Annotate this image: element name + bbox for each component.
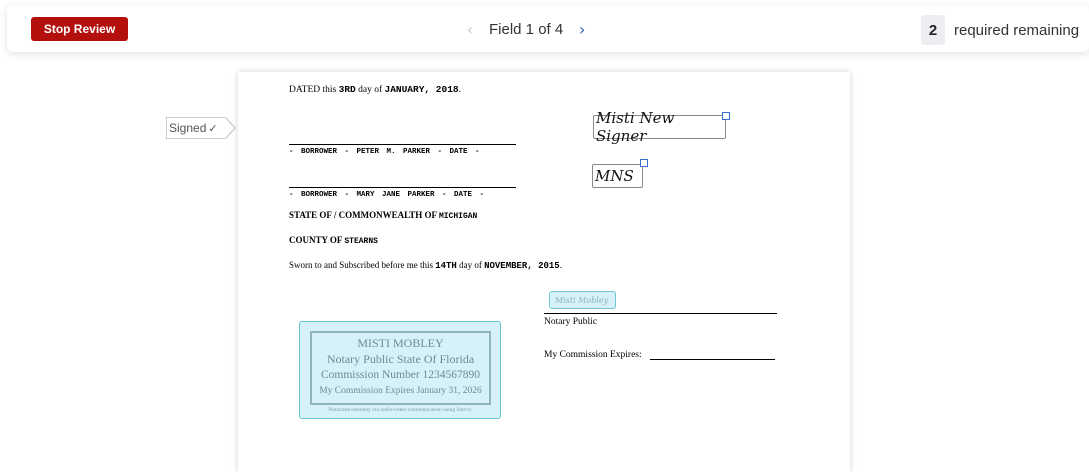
resize-handle[interactable]	[640, 159, 648, 167]
review-toolbar: Stop Review ‹ Field 1 of 4 › 2 required …	[7, 5, 1089, 52]
dated-line: DATED this 3RD day of JANUARY, 2018.	[289, 84, 461, 95]
required-count-badge: 2	[921, 15, 945, 45]
chevron-right-icon[interactable]: ›	[575, 20, 589, 39]
notary-seal[interactable]: MISTI MOBLEY Notary Public State Of Flor…	[299, 321, 501, 419]
stop-review-button[interactable]: Stop Review	[31, 17, 128, 41]
notary-signature-field[interactable]: Misti Mobley	[549, 291, 616, 309]
sworn-line: Sworn to and Subscribed before me this 1…	[289, 260, 562, 271]
chevron-left-icon[interactable]: ‹	[463, 20, 477, 39]
state-line: STATE OF / COMMONWEALTH OF MICHIGAN	[289, 210, 478, 221]
borrower1-caption: - BORROWER - PETER M. PARKER - DATE -	[289, 148, 480, 156]
borrower2-caption: - BORROWER - MARY JANE PARKER - DATE -	[289, 191, 485, 199]
signature-field[interactable]: Misti New Signer	[593, 109, 726, 145]
field-navigator: ‹ Field 1 of 4 ›	[463, 17, 589, 41]
seal-frame: MISTI MOBLEY Notary Public State Of Flor…	[310, 331, 491, 405]
borrower1-signature-line	[289, 144, 516, 145]
seal-line-2: Notary Public State Of Florida	[326, 352, 475, 366]
notary-public-label: Notary Public	[544, 317, 598, 327]
signed-label: Signed	[169, 121, 207, 135]
signed-field-tag[interactable]: Signed ✓	[166, 117, 238, 139]
required-remaining-text: required remaining	[954, 21, 1080, 39]
borrower2-signature-line	[289, 187, 516, 188]
seal-line-4: My Commission Expires January 31, 2026	[319, 386, 482, 396]
seal-line-3: Commission Number 1234567890	[320, 369, 481, 381]
seal-footer: Notarized remotely via audio/video commu…	[328, 407, 472, 413]
resize-handle[interactable]	[722, 112, 730, 120]
document-page: DATED this 3RD day of JANUARY, 2018. - B…	[238, 72, 850, 472]
commission-expires-label: My Commission Expires:	[544, 350, 642, 360]
check-icon: ✓	[208, 122, 218, 135]
commission-expires-line	[650, 359, 775, 360]
field-counter: Field 1 of 4	[489, 20, 564, 38]
required-remaining: 2 required remaining	[921, 15, 1079, 45]
seal-name: MISTI MOBLEY	[357, 336, 444, 350]
tag-pointer	[225, 117, 236, 139]
county-line: COUNTY OF STEARNS	[289, 235, 378, 246]
notary-signature-line	[544, 313, 777, 314]
initials-field[interactable]: MNS	[592, 164, 643, 188]
